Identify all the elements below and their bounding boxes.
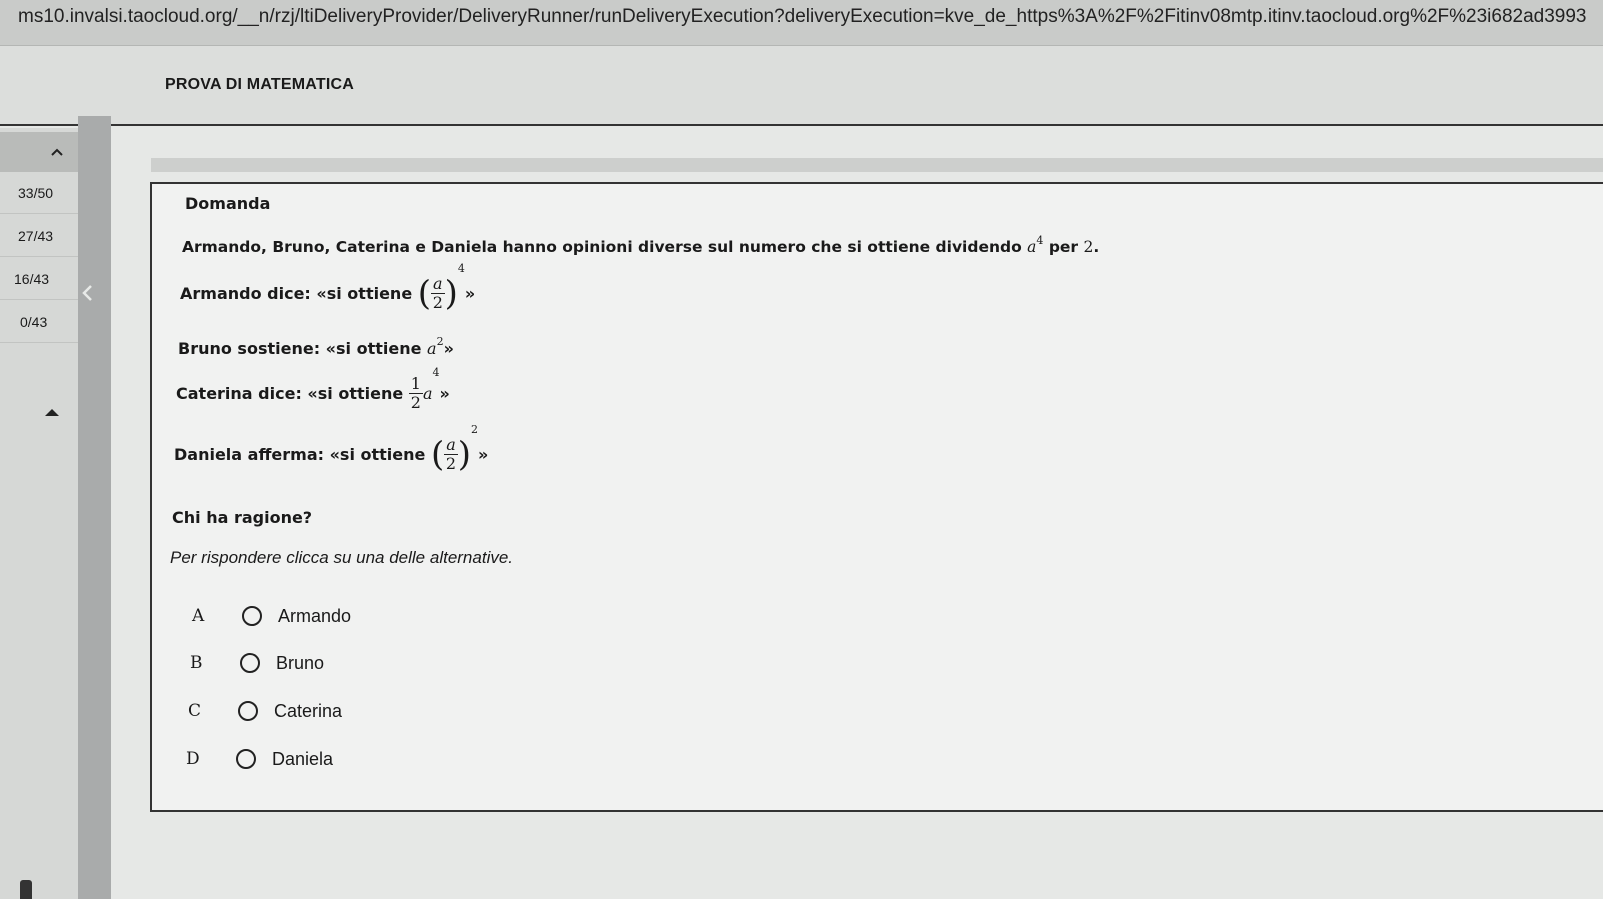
daniela-fraction: a2 [444, 437, 458, 472]
statement-armando-text: Armando dice: «si ottiene [180, 284, 413, 303]
statement-armando-close: » [464, 284, 476, 303]
sidebar-item-progress: 33/50 [18, 184, 54, 201]
statement-daniela: Daniela afferma: «si ottiene (a 2)2» [174, 423, 489, 475]
sidebar-item-section-4[interactable]: 0/43 [0, 301, 78, 343]
caterina-fraction-num: 1 [408, 374, 423, 394]
panel-top-bar [151, 158, 1603, 172]
armando-exponent: 4 [457, 262, 465, 275]
option-b[interactable]: B Bruno [186, 645, 324, 681]
sidebar-toggle-bar[interactable] [78, 116, 111, 899]
option-letter: A [192, 606, 205, 626]
intro-divisor: 2 [1083, 238, 1094, 256]
radio-button[interactable] [240, 653, 260, 673]
sidebar-item-section-2[interactable]: 27/43 [0, 215, 78, 257]
option-letter: D [186, 749, 200, 769]
answer-instruction: Per rispondere clicca su una delle alter… [170, 548, 514, 567]
intro-per: per [1048, 238, 1079, 256]
sidebar-item-progress: 16/43 [14, 270, 50, 287]
radio-button[interactable] [238, 701, 258, 721]
option-a[interactable]: A Armando [188, 598, 351, 634]
triangle-up-icon[interactable] [45, 409, 59, 416]
option-c[interactable]: C Caterina [184, 693, 342, 729]
url-text: ms10.invalsi.taocloud.org/__n/rzj/ltiDel… [18, 6, 1587, 27]
chevron-left-icon[interactable] [80, 283, 94, 303]
question-prompt: Chi ha ragione? [172, 508, 313, 527]
radio-button[interactable] [242, 606, 262, 626]
bruno-exponent: 2 [436, 335, 444, 348]
bruno-variable: a [427, 339, 437, 358]
section-sidebar: 33/50 27/43 16/43 0/43 [0, 128, 78, 899]
daniela-exponent: 2 [471, 423, 479, 436]
address-bar[interactable]: ms10.invalsi.taocloud.org/__n/rzj/ltiDel… [0, 0, 1603, 46]
daniela-fraction-den: 2 [445, 454, 457, 473]
test-header: PROVA DI MATEMATICA [0, 46, 1603, 126]
option-d[interactable]: D Daniela [182, 741, 333, 777]
scroll-handle[interactable] [20, 880, 32, 899]
daniela-fraction-num: a [444, 435, 458, 455]
chevron-up-icon [51, 148, 63, 156]
question-card: Domanda Armando, Bruno, Caterina e Danie… [150, 182, 1603, 812]
intro-text: Armando, Bruno, Caterina e Daniela hanno… [182, 238, 1022, 256]
statement-bruno: Bruno sostiene: «si ottiene a2» [178, 335, 454, 358]
statement-bruno-text: Bruno sostiene: «si ottiene [178, 339, 422, 358]
sidebar-item-progress: 0/43 [20, 313, 48, 330]
statement-daniela-close: » [478, 445, 489, 464]
option-letter: C [188, 701, 202, 721]
statement-caterina-text: Caterina dice: «si ottiene [176, 384, 404, 403]
sidebar-item-section-1[interactable]: 33/50 [0, 172, 78, 214]
option-label: Caterina [274, 700, 343, 721]
statement-bruno-close: » [443, 339, 454, 358]
question-intro: Armando, Bruno, Caterina e Daniela hanno… [182, 234, 1100, 256]
statement-caterina: Caterina dice: «si ottiene 1 2 a 4 » [176, 366, 450, 412]
caterina-fraction: 12 [408, 374, 423, 412]
statement-armando: Armando dice: «si ottiene (a 2)4» [180, 262, 476, 314]
armando-fraction-num: a [431, 274, 445, 294]
caterina-fraction-den: 2 [410, 393, 421, 412]
radio-button[interactable] [236, 749, 256, 769]
option-label: Armando [278, 605, 352, 626]
option-label: Bruno [276, 652, 325, 673]
option-letter: B [190, 653, 203, 673]
sidebar-collapse-button[interactable] [0, 132, 78, 172]
option-label: Daniela [272, 748, 334, 769]
statement-daniela-text: Daniela afferma: «si ottiene [174, 445, 426, 464]
intro-end: . [1093, 238, 1100, 256]
sidebar-item-progress: 27/43 [18, 227, 54, 244]
sidebar-item-section-3[interactable]: 16/43 [0, 258, 78, 300]
test-title: PROVA DI MATEMATICA [165, 76, 354, 93]
armando-fraction-den: 2 [432, 293, 443, 312]
intro-exponent: 4 [1036, 234, 1044, 247]
caterina-exponent: 4 [432, 366, 440, 379]
statement-caterina-close: » [439, 384, 450, 403]
question-heading: Domanda [185, 194, 271, 213]
armando-fraction: a2 [431, 276, 445, 311]
caterina-variable: a [422, 384, 433, 403]
